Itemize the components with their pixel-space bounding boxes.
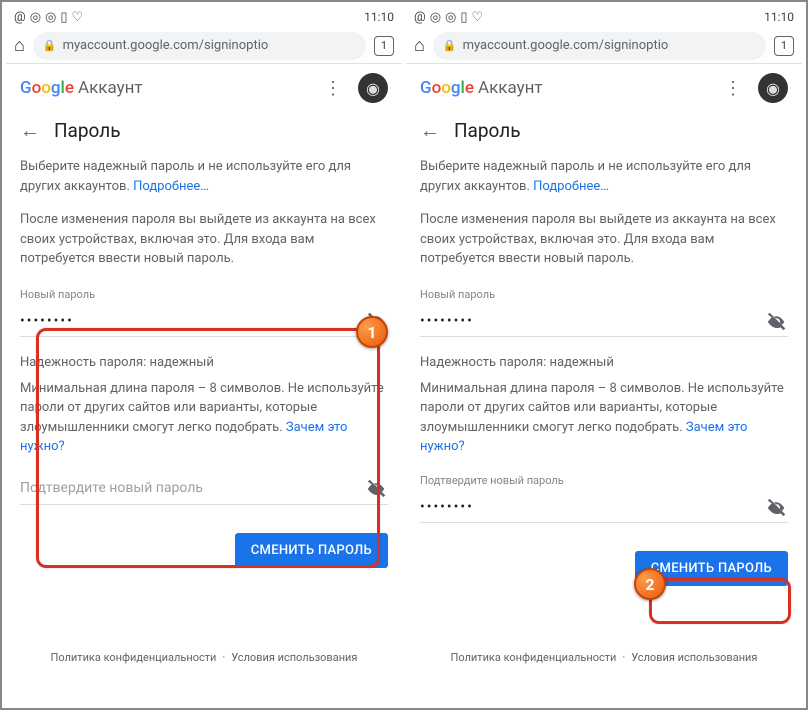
url-field[interactable]: 🔒 myaccount.google.com/signinoptio xyxy=(33,32,366,60)
new-password-label: Новый пароль xyxy=(420,287,788,304)
status-bar: @ ◎ ◎ ▯ ♡ 11:10 xyxy=(6,6,402,28)
home-icon[interactable]: ⌂ xyxy=(14,35,25,56)
new-password-input[interactable] xyxy=(420,313,766,329)
back-arrow-icon[interactable]: ← xyxy=(420,118,440,143)
tab-count[interactable]: 1 xyxy=(774,36,794,56)
page-title: Пароль xyxy=(454,119,521,142)
google-logo: Google xyxy=(20,78,74,98)
privacy-link[interactable]: Политика конфиденциальности xyxy=(51,651,217,664)
new-password-block: Новый пароль xyxy=(420,287,788,338)
confirm-password-label: Подтвердите новый пароль xyxy=(420,473,788,490)
ig-icon-2: ◎ xyxy=(45,10,56,25)
footer: Политика конфиденциальности·Условия испо… xyxy=(6,651,402,664)
confirm-password-block xyxy=(20,473,388,505)
content: Выберите надежный пароль и не используйт… xyxy=(6,157,402,568)
clock: 11:10 xyxy=(364,10,394,24)
visibility-off-icon[interactable] xyxy=(366,477,388,499)
password-helper: Минимальная длина пароля – 8 символов. Н… xyxy=(20,379,388,457)
terms-link[interactable]: Условия использования xyxy=(631,651,757,664)
lock-icon: 🔒 xyxy=(443,39,457,52)
page-title-bar: ← Пароль xyxy=(406,112,802,157)
intro-2: После изменения пароля вы выйдете из акк… xyxy=(20,210,388,269)
battery-icon: ▯ xyxy=(60,10,67,25)
ig-icon-2: ◎ xyxy=(445,10,456,25)
intro-2: После изменения пароля вы выйдете из акк… xyxy=(420,210,788,269)
confirm-password-input[interactable] xyxy=(20,480,366,496)
new-password-block: Новый пароль xyxy=(20,287,388,338)
password-strength: Надежность пароля: надежный xyxy=(20,353,388,373)
ig-icon: ◎ xyxy=(30,10,41,25)
app-header: Google Аккаунт ⋮ ◉ xyxy=(406,64,802,112)
page-title-bar: ← Пароль xyxy=(6,112,402,157)
privacy-link[interactable]: Политика конфиденциальности xyxy=(451,651,617,664)
tab-count[interactable]: 1 xyxy=(374,36,394,56)
confirm-password-block: Подтвердите новый пароль xyxy=(420,473,788,524)
button-row: СМЕНИТЬ ПАРОЛЬ xyxy=(420,551,788,586)
learn-more-link[interactable]: Подробнее… xyxy=(133,179,209,194)
change-password-button[interactable]: СМЕНИТЬ ПАРОЛЬ xyxy=(235,533,388,568)
shield-icon: ♡ xyxy=(472,10,484,25)
brand-suffix: Аккаунт xyxy=(478,78,543,98)
url-text: myaccount.google.com/signinoptio xyxy=(63,38,269,53)
content: Выберите надежный пароль и не используйт… xyxy=(406,157,802,586)
brand-suffix: Аккаунт xyxy=(78,78,143,98)
visibility-off-icon[interactable] xyxy=(766,310,788,332)
new-password-label: Новый пароль xyxy=(20,287,388,304)
avatar[interactable]: ◉ xyxy=(358,73,388,103)
page-title: Пароль xyxy=(54,119,121,142)
at-icon: @ xyxy=(414,10,426,25)
app-header: Google Аккаунт ⋮ ◉ xyxy=(6,64,402,112)
brand: Google Аккаунт xyxy=(420,78,543,98)
google-logo: Google xyxy=(420,78,474,98)
url-field[interactable]: 🔒 myaccount.google.com/signinoptio xyxy=(433,32,766,60)
shield-icon: ♡ xyxy=(72,10,84,25)
phone-right: @ ◎ ◎ ▯ ♡ 11:10 ⌂ 🔒 myaccount.google.com… xyxy=(406,6,802,704)
button-row: СМЕНИТЬ ПАРОЛЬ xyxy=(20,533,388,568)
annotation-badge-1: 1 xyxy=(356,316,388,348)
lock-icon: 🔒 xyxy=(43,39,57,52)
battery-icon: ▯ xyxy=(460,10,467,25)
intro-1: Выберите надежный пароль и не используйт… xyxy=(20,157,388,196)
intro-1: Выберите надежный пароль и не используйт… xyxy=(420,157,788,196)
password-helper: Минимальная длина пароля – 8 символов. Н… xyxy=(420,379,788,457)
avatar[interactable]: ◉ xyxy=(758,73,788,103)
confirm-password-input[interactable] xyxy=(420,499,766,515)
status-icons: @ ◎ ◎ ▯ ♡ xyxy=(14,10,83,25)
menu-dots-icon[interactable]: ⋮ xyxy=(724,78,742,99)
url-text: myaccount.google.com/signinoptio xyxy=(463,38,669,53)
clock: 11:10 xyxy=(764,10,794,24)
new-password-input[interactable] xyxy=(20,313,366,329)
menu-dots-icon[interactable]: ⋮ xyxy=(324,78,342,99)
status-bar: @ ◎ ◎ ▯ ♡ 11:10 xyxy=(406,6,802,28)
back-arrow-icon[interactable]: ← xyxy=(20,118,40,143)
terms-link[interactable]: Условия использования xyxy=(231,651,357,664)
annotation-badge-2: 2 xyxy=(634,568,666,600)
phone-left: @ ◎ ◎ ▯ ♡ 11:10 ⌂ 🔒 myaccount.google.com… xyxy=(6,6,402,704)
brand: Google Аккаунт xyxy=(20,78,143,98)
visibility-off-icon[interactable] xyxy=(766,496,788,518)
status-icons: @ ◎ ◎ ▯ ♡ xyxy=(414,10,483,25)
browser-url-bar: ⌂ 🔒 myaccount.google.com/signinoptio 1 xyxy=(6,28,402,64)
home-icon[interactable]: ⌂ xyxy=(414,35,425,56)
browser-url-bar: ⌂ 🔒 myaccount.google.com/signinoptio 1 xyxy=(406,28,802,64)
ig-icon: ◎ xyxy=(430,10,441,25)
footer: Политика конфиденциальности·Условия испо… xyxy=(406,651,802,664)
password-strength: Надежность пароля: надежный xyxy=(420,353,788,373)
learn-more-link[interactable]: Подробнее… xyxy=(533,179,609,194)
at-icon: @ xyxy=(14,10,26,25)
